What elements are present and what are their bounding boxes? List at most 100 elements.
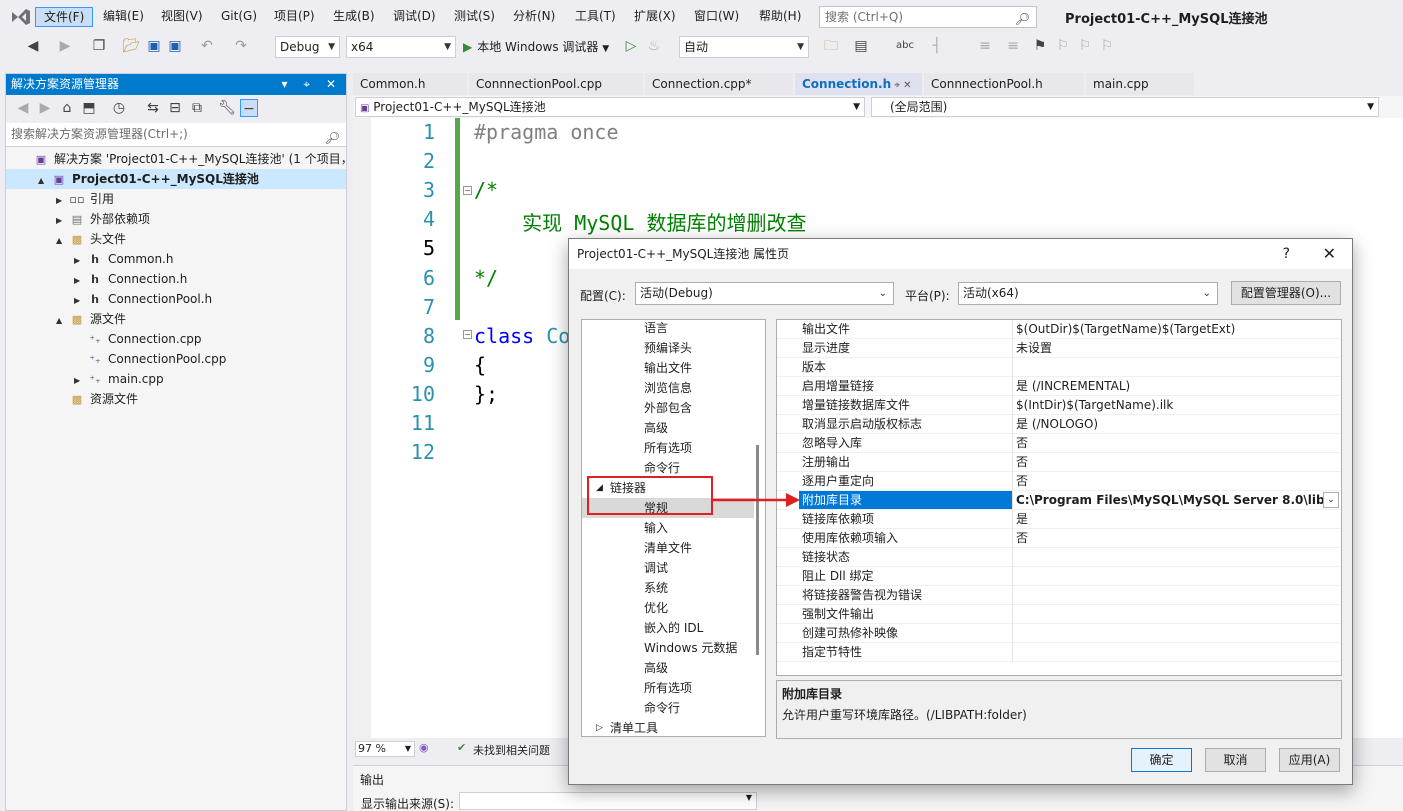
collapse-icon[interactable]: − <box>463 330 472 339</box>
home-icon[interactable]: ⌂ <box>58 99 76 117</box>
category-item[interactable]: 预编译头 <box>582 338 754 358</box>
tree-item[interactable]: ▶ 𝗵 Connection.h <box>6 269 346 289</box>
properties-icon[interactable]: 🔧︎ <box>218 99 236 117</box>
search-input[interactable]: 搜索 (Ctrl+Q) 🔎︎ <box>819 6 1037 28</box>
menu-item[interactable]: 项目(P) <box>266 7 323 27</box>
tree-item[interactable]: ▣ 解决方案 'Project01-C++_MySQL连接池' (1 个项目，共 <box>6 149 365 169</box>
tree-item[interactable]: ⁺₊ ConnectionPool.cpp <box>6 349 346 369</box>
editor-tab[interactable]: Connection.h ⌖ ✕ <box>795 73 922 95</box>
property-row[interactable]: 注册输出 否 <box>777 453 1341 472</box>
spell-check-icon[interactable]: abc <box>896 37 914 55</box>
expand-arrow-icon[interactable]: ▶ <box>74 371 86 391</box>
format-icon[interactable]: ┤ <box>928 37 946 55</box>
hot-reload-icon[interactable]: ♨ <box>645 37 663 55</box>
solution-search-input[interactable]: 搜索解决方案资源管理器(Ctrl+;) 🔎︎ <box>6 123 346 147</box>
code-line[interactable]: class Co <box>474 324 570 348</box>
navigate-back-icon[interactable]: ◀ <box>24 37 42 55</box>
intellicode-icon[interactable]: ◉ <box>419 741 429 754</box>
pending-changes-icon[interactable]: ◷ <box>110 99 128 117</box>
editor-tab[interactable]: ConnnectionPool.h <box>924 73 1084 95</box>
property-row[interactable]: 链接库依赖项 是 <box>777 510 1341 529</box>
property-row[interactable]: 指定节特性 <box>777 643 1341 662</box>
menu-item[interactable]: 分析(N) <box>505 7 563 27</box>
category-item[interactable]: 嵌入的 IDL <box>582 618 754 638</box>
tree-scrollbar[interactable] <box>756 445 759 655</box>
platform-dropdown[interactable]: 活动(x64) ⌄ <box>958 282 1218 305</box>
expand-arrow-icon[interactable]: ▶ <box>56 191 68 211</box>
property-row[interactable]: 逐用户重定向 否 <box>777 472 1341 491</box>
bookmark-icon[interactable]: ⚑ <box>1031 37 1049 55</box>
category-item[interactable]: 调试 <box>582 558 754 578</box>
property-value[interactable]: 否 <box>1016 472 1028 490</box>
property-value[interactable]: 否 <box>1016 529 1028 547</box>
collapse-arrow-icon[interactable]: ▲ <box>56 231 68 251</box>
property-row[interactable]: 取消显示启动版权标志 是 (/NOLOGO) <box>777 415 1341 434</box>
collapse-icon[interactable]: − <box>463 186 472 195</box>
tree-item[interactable]: ▶ 𝗵 Common.h <box>6 249 346 269</box>
redo-icon[interactable]: ↷ <box>232 37 250 55</box>
category-item[interactable]: 浏览信息 <box>582 378 754 398</box>
menu-item[interactable]: 测试(S) <box>446 7 503 27</box>
editor-tab[interactable]: ConnnectionPool.cpp <box>469 73 643 95</box>
property-row[interactable]: 忽略导入库 否 <box>777 434 1341 453</box>
category-item[interactable]: 高级 <box>582 418 754 438</box>
expand-arrow-icon[interactable]: ▶ <box>74 251 86 271</box>
tree-item[interactable]: ⁺₊ Connection.cpp <box>6 329 346 349</box>
property-row[interactable]: 输出文件 $(OutDir)$(TargetName)$(TargetExt) <box>777 320 1341 339</box>
category-item[interactable]: 语言 <box>582 320 754 338</box>
category-item[interactable]: 所有选项 <box>582 438 754 458</box>
category-item[interactable]: 外部包含 <box>582 398 754 418</box>
expand-arrow-icon[interactable]: ▶ <box>74 271 86 291</box>
help-button[interactable]: ? <box>1283 239 1290 269</box>
collapse-arrow-icon[interactable]: ▲ <box>56 311 68 331</box>
apply-button[interactable]: 应用(A) <box>1279 748 1340 772</box>
output-source-dropdown[interactable]: ▼ <box>459 792 757 810</box>
property-row[interactable]: 版本 <box>777 358 1341 377</box>
code-line[interactable]: */ <box>474 266 498 290</box>
pin-close-icon[interactable]: ⌖ ✕ <box>891 80 911 91</box>
property-value[interactable]: C:\Program Files\MySQL\MySQL Server 8.0\… <box>1016 491 1325 509</box>
close-button[interactable]: ✕ <box>1323 239 1336 269</box>
save-icon[interactable]: ▣ <box>145 37 163 55</box>
tree-item[interactable]: ▲ ▩ 源文件 <box>6 309 346 329</box>
code-line[interactable]: { <box>474 353 486 377</box>
menu-item[interactable]: 文件(F) <box>35 7 94 27</box>
global-scope-dropdown[interactable]: (全局范围) ▼ <box>871 97 1379 117</box>
open-folder-icon[interactable]: 📂︎ <box>122 37 140 55</box>
next-bookmark-icon[interactable]: ⚐ <box>1076 37 1094 55</box>
category-item[interactable]: 输出文件 <box>582 358 754 378</box>
configuration-manager-button[interactable]: 配置管理器(O)... <box>1231 281 1341 305</box>
expand-arrow-icon[interactable]: ▶ <box>74 291 86 311</box>
collapse-all-icon[interactable]: ⊟ <box>166 99 184 117</box>
cancel-button[interactable]: 取消 <box>1205 748 1266 772</box>
property-value[interactable]: 是 <box>1016 510 1028 528</box>
menu-item[interactable]: 扩展(X) <box>626 7 684 27</box>
ok-button[interactable]: 确定 <box>1131 748 1192 772</box>
comment-icon[interactable]: ≡ <box>976 37 994 55</box>
start-debugging-button[interactable]: ▶ 本地 Windows 调试器 ▼ <box>463 36 609 58</box>
property-value[interactable]: 否 <box>1016 434 1028 452</box>
category-item[interactable]: 系统 <box>582 578 754 598</box>
editor-tab[interactable]: Common.h <box>353 73 467 95</box>
sync-icon[interactable]: ⇆ <box>144 99 162 117</box>
menu-item[interactable]: 工具(T) <box>567 7 624 27</box>
navigate-forward-icon[interactable]: ▶ <box>56 37 74 55</box>
tree-item[interactable]: ▩ 资源文件 <box>6 389 346 409</box>
folder-view-icon[interactable]: 🗀 <box>822 37 840 55</box>
zoom-dropdown[interactable]: 97 % ▼ <box>355 741 415 757</box>
property-value[interactable]: 是 (/INCREMENTAL) <box>1016 377 1130 395</box>
property-value[interactable]: $(OutDir)$(TargetName)$(TargetExt) <box>1016 320 1235 338</box>
property-row[interactable]: 阻止 Dll 绑定 <box>777 567 1341 586</box>
save-all-icon[interactable]: ▣ <box>166 37 184 55</box>
uncomment-icon[interactable]: ≡ <box>1004 37 1022 55</box>
property-row[interactable]: 使用库依赖项输入 否 <box>777 529 1341 548</box>
start-without-debugging-icon[interactable]: ▷ <box>622 37 640 55</box>
menu-item[interactable]: 帮助(H) <box>751 7 809 27</box>
menu-item[interactable]: 窗口(W) <box>686 7 747 27</box>
property-row[interactable]: 显示进度 未设置 <box>777 339 1341 358</box>
show-all-files-icon[interactable]: ⧉ <box>188 99 206 117</box>
property-value[interactable]: 未设置 <box>1016 339 1052 357</box>
expand-arrow-icon[interactable]: ▶ <box>56 211 68 231</box>
tree-item[interactable]: ▲ ▩ 头文件 <box>6 229 346 249</box>
property-value[interactable]: 否 <box>1016 453 1028 471</box>
